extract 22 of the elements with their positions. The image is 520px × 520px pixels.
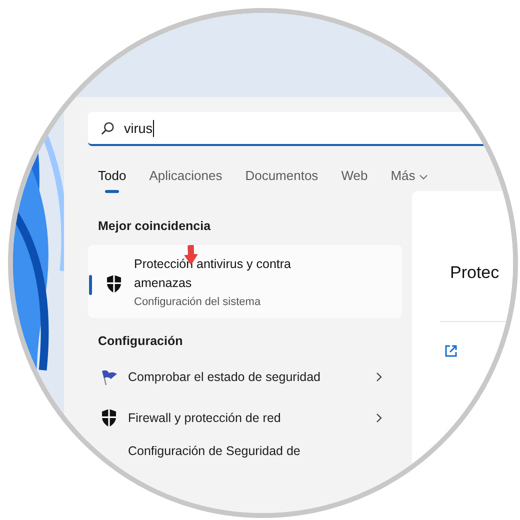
open-link-icon[interactable] [444, 344, 458, 358]
settings-item[interactable]: Configuración de Seguridad de [128, 444, 300, 458]
filter-tab[interactable]: Aplicaciones [149, 168, 222, 195]
detail-title: Protec [450, 263, 500, 283]
caret-icon [419, 174, 428, 180]
more-dropdown[interactable]: Más [390, 168, 428, 195]
shield-icon [100, 408, 118, 426]
result-title: Protección antivirus y contra amenazas [134, 256, 292, 292]
settings-item[interactable]: Comprobar el estado de seguridad [128, 370, 320, 384]
section-heading: Configuración [98, 334, 184, 348]
section-heading: Mejor coincidencia [98, 219, 212, 233]
flag-icon [100, 368, 118, 386]
result-subtitle: Configuración del sistema [134, 296, 262, 308]
filter-tab[interactable]: Todo [98, 168, 126, 195]
chevron-icon [376, 372, 382, 382]
best-match-item[interactable]: Protección antivirus y contra amenazas Configuración del sistema [88, 245, 402, 318]
search-icon [100, 120, 115, 136]
filter-tab[interactable]: Web [341, 168, 368, 195]
filter-tab[interactable]: Documentos [245, 168, 318, 195]
shield-icon [106, 275, 122, 293]
chevron-icon [376, 412, 382, 422]
settings-item[interactable]: Firewall y protección de red [128, 410, 281, 424]
